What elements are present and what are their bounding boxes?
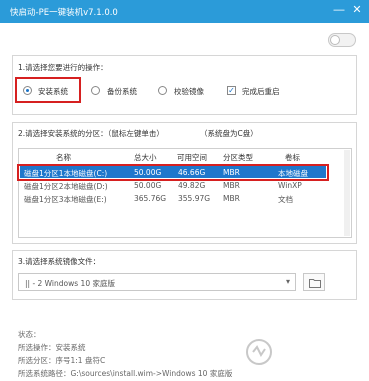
table-cell[interactable]: 46.66G — [178, 168, 205, 177]
watermark — [243, 330, 369, 381]
column-header-name: 名称 — [56, 153, 71, 162]
table-cell[interactable]: MBR — [223, 181, 240, 190]
partition-section-hint: （系统盘为C盘） — [200, 129, 258, 138]
toggle-knob — [330, 35, 340, 45]
table-cell[interactable]: 磁盘1分区2本地磁盘(D:) — [24, 181, 108, 192]
column-header-free: 可用空间 — [177, 153, 207, 162]
image-select[interactable]: || - 2 Windows 10 家庭版 ▾ — [18, 273, 296, 291]
title-bar: 快启动-PE一键装机v7.1.0.0 — ✕ — [0, 0, 369, 23]
mode-toggle[interactable] — [328, 33, 356, 47]
close-button[interactable]: ✕ — [349, 2, 365, 18]
status-operation: 所选操作：安装系统 — [18, 343, 86, 352]
image-section-label: 3.请选择系统镜像文件： — [18, 257, 101, 266]
table-cell[interactable]: 50.00G — [134, 168, 161, 177]
folder-icon — [309, 279, 321, 288]
backup-system-label[interactable]: 备份系统 — [107, 86, 137, 97]
status-image-path: 所选系统路径：G:\sources\install.wim->Windows 1… — [18, 369, 233, 378]
table-cell[interactable]: MBR — [223, 168, 240, 177]
table-cell[interactable]: 50.00G — [134, 181, 161, 190]
table-cell[interactable]: MBR — [223, 194, 240, 203]
verify-image-label[interactable]: 校验镜像 — [174, 86, 204, 97]
operation-section-label: 1.请选择您要进行的操作： — [18, 63, 108, 72]
table-cell[interactable]: 365.76G — [134, 194, 166, 203]
column-header-label: 卷标 — [285, 153, 300, 162]
chevron-down-icon[interactable]: ▾ — [286, 277, 290, 286]
table-scrollbar[interactable] — [344, 150, 350, 236]
partition-section-label: 2.请选择安装系统的分区：（鼠标左键单击） — [18, 129, 164, 138]
browse-button[interactable] — [303, 273, 325, 291]
minimize-button[interactable]: — — [331, 2, 347, 18]
table-cell[interactable]: 磁盘1分区3本地磁盘(E:) — [24, 194, 107, 205]
column-header-type: 分区类型 — [223, 153, 253, 162]
install-system-radio[interactable] — [23, 86, 32, 95]
table-cell[interactable]: 355.97G — [178, 194, 210, 203]
install-system-label[interactable]: 安装系统 — [38, 86, 68, 97]
column-header-total: 总大小 — [134, 153, 157, 162]
window-title: 快启动-PE一键装机v7.1.0.0 — [10, 8, 118, 18]
status-partition: 所选分区：序号1:1 盘符C — [18, 356, 106, 365]
image-select-value: || - 2 Windows 10 家庭版 — [25, 279, 115, 288]
restart-checkbox-label[interactable]: 完成后重启 — [242, 86, 280, 97]
verify-image-radio[interactable] — [158, 86, 167, 95]
table-cell[interactable]: 磁盘1分区1本地磁盘(C:) — [24, 168, 107, 179]
table-cell[interactable]: 本地磁盘 — [278, 168, 308, 179]
status-header: 状态： — [18, 330, 41, 339]
table-cell[interactable]: 文档 — [278, 194, 293, 205]
table-cell[interactable]: WinXP — [278, 181, 302, 190]
restart-checkbox[interactable]: ✓ — [227, 86, 236, 95]
backup-system-radio[interactable] — [91, 86, 100, 95]
table-cell[interactable]: 49.82G — [178, 181, 205, 190]
